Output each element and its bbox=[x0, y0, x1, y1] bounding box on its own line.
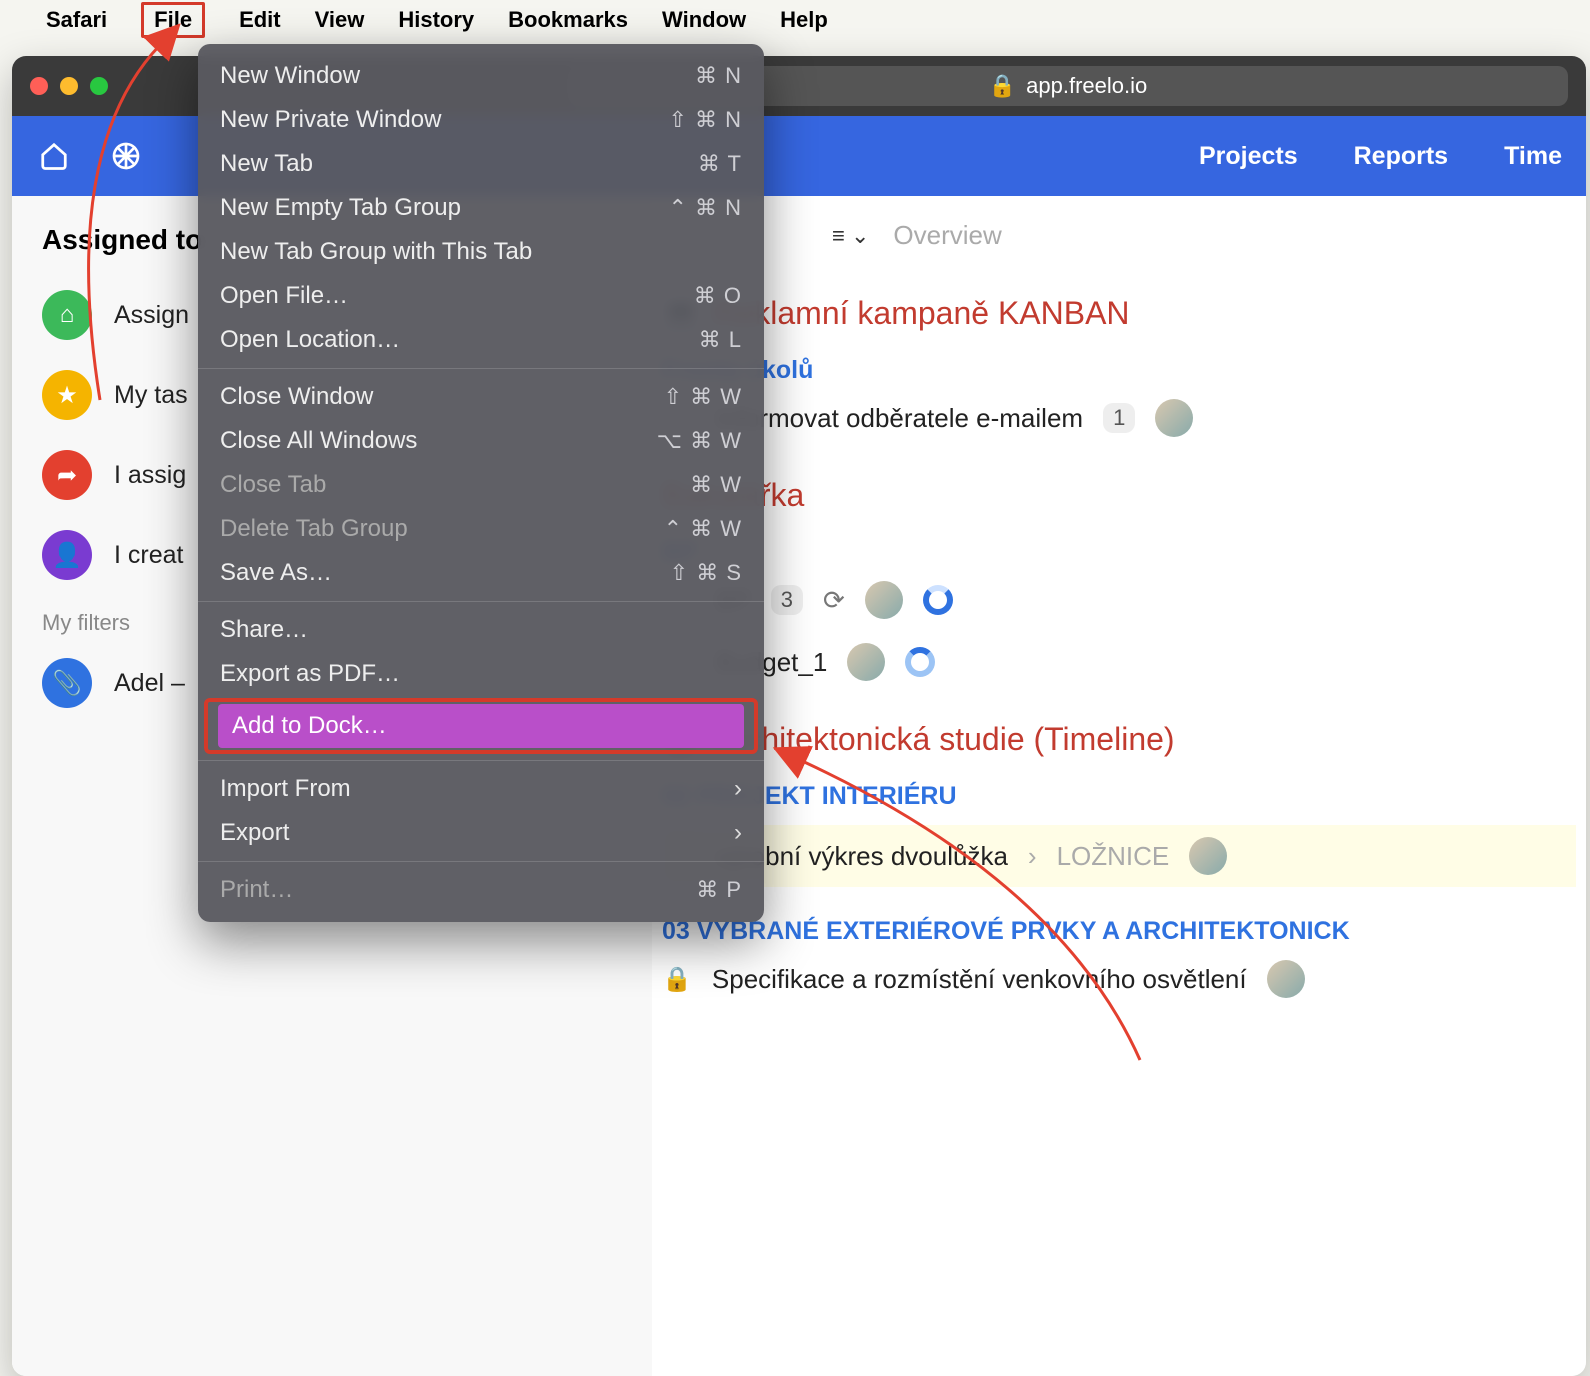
avatar[interactable] bbox=[847, 643, 885, 681]
paperclip-icon: 📎 bbox=[42, 658, 92, 708]
menubar-view[interactable]: View bbox=[315, 7, 365, 33]
menu-item[interactable]: Open File…⌘ O bbox=[198, 274, 764, 318]
avatar[interactable] bbox=[1267, 960, 1305, 998]
menubar-history[interactable]: History bbox=[398, 7, 474, 33]
project-title[interactable]: Bakalářka bbox=[662, 477, 1576, 514]
sidebar-item-label: Adel – bbox=[114, 669, 185, 698]
menu-item[interactable]: Open Location…⌘ L bbox=[198, 318, 764, 362]
home-filled-icon: ⌂ bbox=[42, 290, 92, 340]
url-text: app.freelo.io bbox=[1026, 73, 1147, 99]
menu-item[interactable]: New Tab Group with This Tab bbox=[198, 230, 764, 274]
task-row[interactable]: Informovat odběratele e-mailem 1 bbox=[662, 399, 1576, 437]
menu-item-add-to-dock[interactable]: Add to Dock… bbox=[218, 704, 744, 748]
task-breadcrumb: LOŽNICE bbox=[1057, 841, 1170, 872]
wheel-icon[interactable] bbox=[108, 138, 144, 174]
menu-item: Print…⌘ P bbox=[198, 868, 764, 912]
menu-item[interactable]: New Window⌘ N bbox=[198, 54, 764, 98]
count-badge: 1 bbox=[1103, 403, 1135, 433]
star-icon: ★ bbox=[42, 370, 92, 420]
menubar-edit[interactable]: Edit bbox=[239, 7, 281, 33]
avatar[interactable] bbox=[1189, 837, 1227, 875]
nav-reports[interactable]: Reports bbox=[1354, 142, 1448, 171]
section-label[interactable]: 03 VYBRANÉ EXTERIÉROVÉ PRVKY A ARCHITEKT… bbox=[662, 917, 1576, 946]
avatar[interactable] bbox=[1155, 399, 1193, 437]
close-window-icon[interactable] bbox=[30, 77, 48, 95]
menubar-bookmarks[interactable]: Bookmarks bbox=[508, 7, 628, 33]
task-name: Informovat odběratele e-mailem bbox=[716, 403, 1083, 434]
sidebar-item-label: I assig bbox=[114, 461, 186, 490]
project-title[interactable]: 🏠 Architektonická studie (Timeline) bbox=[662, 721, 1576, 758]
section-label[interactable]: 02 PROJEKT INTERIÉRU bbox=[662, 782, 1576, 811]
progress-ring-icon bbox=[923, 585, 953, 615]
tabs-row: ≡ ⌄ Overview bbox=[662, 220, 1576, 251]
chevron-right-icon: › bbox=[734, 775, 742, 803]
menu-item[interactable]: New Tab⌘ T bbox=[198, 142, 764, 186]
nav-projects[interactable]: Projects bbox=[1199, 142, 1298, 171]
task-row[interactable]: BP 3 ⟳ bbox=[662, 581, 1576, 619]
fullscreen-window-icon[interactable] bbox=[90, 77, 108, 95]
menu-item: Delete Tab Group⌃ ⌘ W bbox=[198, 507, 764, 551]
tab-overview[interactable]: Overview bbox=[893, 220, 1001, 251]
sidebar-item-label: I creat bbox=[114, 541, 183, 570]
content-area: ≡ ⌄ Overview 💻 Reklamní kampaně KANBAN F… bbox=[652, 196, 1586, 1376]
nav-time[interactable]: Time bbox=[1504, 142, 1562, 171]
project-title[interactable]: 💻 Reklamní kampaně KANBAN bbox=[662, 295, 1576, 332]
menubar-help[interactable]: Help bbox=[780, 7, 828, 33]
menu-item[interactable]: New Private Window⇧ ⌘ N bbox=[198, 98, 764, 142]
sort-icon[interactable]: ≡ ⌄ bbox=[832, 223, 869, 249]
file-menu-dropdown: New Window⌘ NNew Private Window⇧ ⌘ NNew … bbox=[198, 44, 764, 922]
sidebar-item-label: Assign bbox=[114, 301, 189, 330]
share-icon: ➦ bbox=[42, 450, 92, 500]
section-label[interactable]: BP bbox=[662, 538, 1576, 567]
lock-icon: 🔒 bbox=[989, 73, 1016, 99]
menubar-app-name[interactable]: Safari bbox=[46, 7, 107, 33]
chevron-right-icon: › bbox=[734, 819, 742, 847]
menu-item[interactable]: Close All Windows⌥ ⌘ W bbox=[198, 419, 764, 463]
traffic-lights bbox=[30, 77, 108, 95]
person-icon: 👤 bbox=[42, 530, 92, 580]
count-badge: 3 bbox=[771, 585, 803, 615]
menu-item[interactable]: Close Window⇧ ⌘ W bbox=[198, 375, 764, 419]
avatar[interactable] bbox=[865, 581, 903, 619]
minimize-window-icon[interactable] bbox=[60, 77, 78, 95]
section-label[interactable]: Fronta úkolů bbox=[662, 356, 1576, 385]
menu-item[interactable]: Export as PDF… bbox=[198, 652, 764, 696]
menubar-window[interactable]: Window bbox=[662, 7, 746, 33]
menubar-file[interactable]: File bbox=[141, 2, 205, 38]
menu-item: Close Tab⌘ W bbox=[198, 463, 764, 507]
task-name: Specifikace a rozmístění venkovního osvě… bbox=[712, 964, 1247, 995]
lock-icon: 🔒 bbox=[662, 965, 692, 994]
progress-ring-icon bbox=[905, 647, 935, 677]
sidebar-item-label: My tas bbox=[114, 381, 188, 410]
chevron-right-icon: › bbox=[1028, 841, 1037, 872]
home-icon[interactable] bbox=[36, 138, 72, 174]
menu-item[interactable]: Share… bbox=[198, 608, 764, 652]
task-row[interactable]: 🔒 Specifikace a rozmístění venkovního os… bbox=[662, 960, 1576, 998]
menu-item[interactable]: Save As…⇧ ⌘ S bbox=[198, 551, 764, 595]
menu-item[interactable]: New Empty Tab Group⌃ ⌘ N bbox=[198, 186, 764, 230]
task-row[interactable]: výrobní výkres dvoulůžka › LOŽNICE bbox=[662, 825, 1576, 887]
menu-item[interactable]: Import From› bbox=[198, 767, 764, 811]
mac-menubar: Safari File Edit View History Bookmarks … bbox=[0, 0, 1590, 40]
task-row[interactable]: Budget_1 bbox=[662, 643, 1576, 681]
refresh-icon[interactable]: ⟳ bbox=[823, 585, 845, 616]
menu-item[interactable]: Export› bbox=[198, 811, 764, 855]
